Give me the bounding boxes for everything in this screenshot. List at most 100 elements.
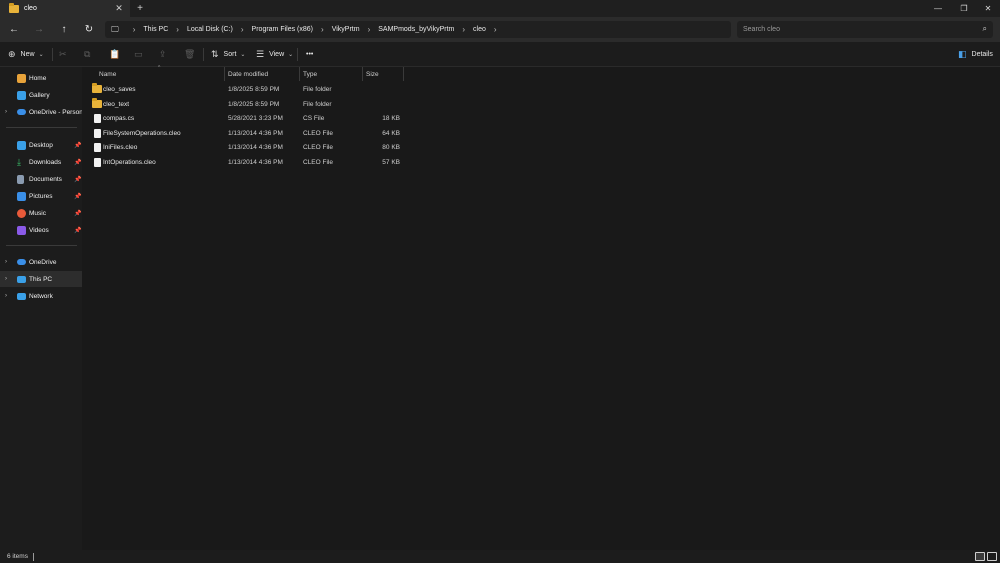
column-divider[interactable]	[299, 67, 300, 81]
breadcrumb-sampmods[interactable]: SAMPmods_byVikyPrtm	[378, 26, 454, 33]
pin-icon[interactable]: 📌	[74, 142, 81, 149]
column-header-name[interactable]: Name	[99, 67, 116, 81]
minimize-button[interactable]: —	[926, 0, 950, 17]
file-row[interactable]: compas.cs 5/28/2021 3:23 PM CS File 18 K…	[83, 111, 1000, 126]
chevron-right-icon[interactable]: ›	[5, 293, 7, 299]
paste-button[interactable]: 📋	[109, 42, 125, 67]
column-header-size[interactable]: Size	[366, 67, 379, 81]
column-header-type[interactable]: Type	[303, 67, 317, 81]
file-icon	[92, 114, 101, 123]
file-date: 1/8/2025 8:59 PM	[228, 86, 280, 93]
sidebar-item-onedrive[interactable]: › OneDrive	[0, 254, 82, 270]
maximize-button[interactable]: ❐	[952, 0, 976, 17]
delete-button[interactable]: 🗑	[184, 42, 200, 67]
more-options-button[interactable]: •••	[306, 42, 313, 67]
file-row[interactable]: IniFiles.cleo 1/13/2014 4:36 PM CLEO Fil…	[83, 140, 1000, 155]
chevron-right-icon: ›	[176, 25, 179, 34]
file-row[interactable]: FileSystemOperations.cleo 1/13/2014 4:36…	[83, 126, 1000, 141]
trash-icon: 🗑	[184, 49, 196, 59]
file-name: compas.cs	[103, 115, 135, 122]
close-window-button[interactable]: ✕	[976, 0, 1000, 17]
address-row: ← → ↑ ↻ 🖵 › This PC › Local Disk (C:) › …	[0, 17, 1000, 42]
close-tab-icon[interactable]: ✕	[113, 0, 125, 17]
breadcrumb-this-pc[interactable]: This PC	[143, 26, 168, 33]
status-bar: 6 items	[0, 550, 1000, 563]
sidebar-item-pictures[interactable]: Pictures 📌	[0, 188, 82, 204]
sort-label: Sort	[223, 51, 237, 58]
rename-button[interactable]: ▭	[134, 42, 148, 67]
sidebar-item-network[interactable]: › Network	[0, 288, 82, 304]
onedrive-icon	[17, 259, 26, 265]
details-label: Details	[971, 51, 993, 58]
sidebar-item-gallery[interactable]: Gallery	[0, 87, 82, 103]
new-label: New	[20, 51, 35, 58]
tab-cleo[interactable]: cleo ✕	[0, 0, 130, 17]
file-size	[366, 82, 400, 97]
column-divider[interactable]	[362, 67, 363, 81]
title-bar: cleo ✕ + — ❐ ✕	[0, 0, 1000, 17]
search-input[interactable]: Search cleo ⌕	[737, 21, 993, 38]
details-view-icon[interactable]	[975, 552, 985, 561]
pin-icon[interactable]: 📌	[74, 193, 81, 200]
column-header-date[interactable]: Date modified	[228, 67, 268, 81]
gallery-icon	[17, 90, 26, 100]
music-icon	[17, 208, 26, 218]
breadcrumb-cleo[interactable]: cleo	[473, 26, 486, 33]
pc-icon: 🖵	[111, 24, 119, 34]
forward-button[interactable]: →	[28, 17, 50, 42]
sidebar-item-documents[interactable]: Documents 📌	[0, 171, 82, 187]
address-bar[interactable]: 🖵 › This PC › Local Disk (C:) › Program …	[105, 21, 731, 38]
sidebar-item-this-pc[interactable]: › This PC	[0, 271, 82, 287]
search-placeholder: Search cleo	[743, 26, 780, 33]
file-name: IniFiles.cleo	[103, 144, 138, 151]
pin-icon[interactable]: 📌	[74, 210, 81, 217]
sidebar-item-videos[interactable]: Videos 📌	[0, 222, 82, 238]
share-icon: ⇪	[159, 49, 167, 59]
pin-icon[interactable]: 📌	[74, 227, 81, 234]
sidebar-item-label: Home	[29, 74, 47, 82]
chevron-right-icon[interactable]: ›	[5, 276, 7, 282]
chevron-right-icon[interactable]: ›	[5, 259, 7, 265]
file-row[interactable]: cleo_saves 1/8/2025 8:59 PM File folder	[83, 82, 1000, 97]
view-button[interactable]: ☰ View ⌄	[256, 42, 293, 67]
new-tab-button[interactable]: +	[133, 0, 147, 17]
folder-icon	[92, 98, 102, 108]
sidebar-item-music[interactable]: Music 📌	[0, 205, 82, 221]
cut-button[interactable]: ✂	[59, 42, 72, 67]
chevron-right-icon[interactable]: ›	[5, 109, 7, 115]
details-button[interactable]: ◧ Details	[958, 42, 993, 67]
file-row[interactable]: IntOperations.cleo 1/13/2014 4:36 PM CLE…	[83, 155, 1000, 170]
downloads-icon: ⤓	[17, 156, 21, 167]
tiles-view-icon[interactable]	[987, 552, 997, 561]
file-name: cleo_text	[103, 101, 130, 108]
command-bar: ⊕ New ⌄ ✂ ⧉ 📋 ▭ ⇪ 🗑 ⇅ Sort ⌄ ☰ View ⌄ ••…	[0, 42, 1000, 67]
refresh-button[interactable]: ↻	[78, 17, 100, 42]
chevron-right-icon: ›	[240, 25, 244, 34]
breadcrumb-program-files[interactable]: Program Files (x86)	[252, 26, 313, 33]
sidebar-item-onedrive-personal[interactable]: › OneDrive - Personal	[0, 104, 82, 120]
new-button[interactable]: ⊕ New ⌄	[8, 42, 44, 67]
copy-button[interactable]: ⧉	[84, 42, 95, 67]
column-divider[interactable]	[224, 67, 225, 81]
documents-icon	[17, 174, 24, 184]
file-date: 1/13/2014 4:36 PM	[228, 159, 283, 166]
breadcrumb-vikyprtm[interactable]: VikyPrtm	[332, 26, 360, 33]
column-divider[interactable]	[403, 67, 404, 81]
sidebar-item-desktop[interactable]: Desktop 📌	[0, 137, 82, 153]
pictures-icon	[17, 191, 26, 201]
breadcrumb-local-disk[interactable]: Local Disk (C:)	[187, 26, 233, 33]
divider	[297, 48, 298, 61]
sidebar-item-downloads[interactable]: ⤓ Downloads 📌	[0, 154, 82, 170]
back-button[interactable]: ←	[3, 17, 25, 42]
chevron-right-icon[interactable]: ›	[494, 25, 497, 34]
details-pane-icon: ◧	[958, 49, 967, 59]
file-row[interactable]: cleo_text 1/8/2025 8:59 PM File folder	[83, 97, 1000, 112]
sort-button[interactable]: ⇅ Sort ⌄	[211, 42, 245, 67]
sidebar-item-label: Network	[29, 292, 53, 300]
up-button[interactable]: ↑	[53, 17, 75, 42]
pin-icon[interactable]: 📌	[74, 159, 81, 166]
share-button[interactable]: ⇪	[159, 42, 172, 67]
pin-icon[interactable]: 📌	[74, 176, 81, 183]
sidebar-item-home[interactable]: Home	[0, 70, 82, 86]
file-date: 5/28/2021 3:23 PM	[228, 115, 283, 122]
